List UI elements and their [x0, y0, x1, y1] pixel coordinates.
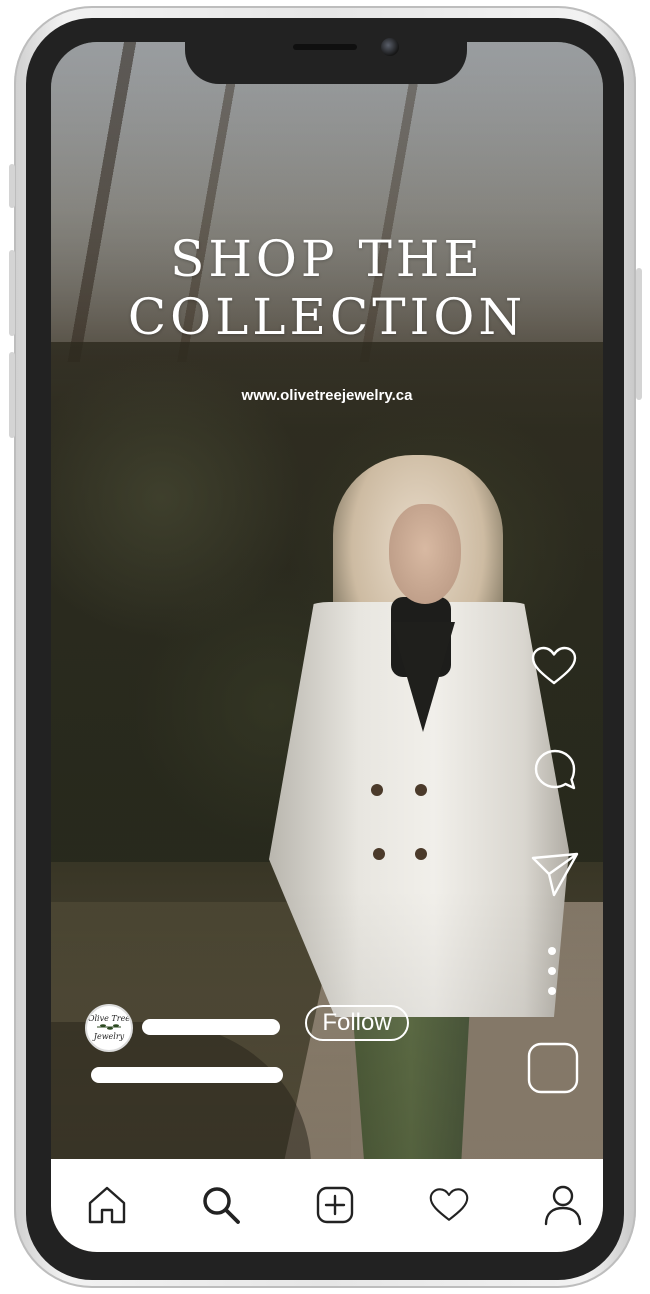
- nav-activity[interactable]: [427, 1183, 471, 1227]
- nav-home[interactable]: [85, 1183, 129, 1227]
- nav-create[interactable]: [313, 1183, 357, 1227]
- silent-switch: [9, 164, 15, 208]
- website-url: www.olivetreejewelry.ca: [241, 387, 413, 404]
- rounded-square-icon: [527, 1042, 579, 1094]
- bottom-navigation: [51, 1159, 603, 1252]
- share-button[interactable]: [527, 848, 583, 900]
- profile-icon: [544, 1185, 582, 1226]
- speaker-grille: [293, 44, 357, 50]
- power-button: [636, 268, 642, 400]
- more-options-button[interactable]: [548, 947, 556, 999]
- volume-up-button: [9, 250, 15, 336]
- phone-notch: [185, 18, 467, 84]
- front-camera: [381, 38, 399, 56]
- add-post-icon: [316, 1186, 354, 1224]
- reel-screen[interactable]: SHOP THE COLLECTION www.olivetreejewelry…: [51, 42, 603, 1252]
- nav-profile[interactable]: [541, 1183, 585, 1227]
- nav-search[interactable]: [199, 1183, 243, 1227]
- follow-button[interactable]: Follow: [305, 1005, 409, 1041]
- paper-plane-icon: [531, 852, 579, 897]
- avatar-logo: Olive Tree Jewelry: [88, 1015, 130, 1041]
- avatar[interactable]: Olive Tree Jewelry: [85, 1004, 133, 1052]
- speech-bubble-icon: [534, 749, 576, 790]
- olive-branch-icon: [96, 1024, 121, 1030]
- headline-line-1: SHOP THE: [170, 230, 484, 288]
- avatar-logo-line-2: Jewelry: [93, 1032, 125, 1041]
- home-icon: [88, 1186, 126, 1224]
- vertical-dots-icon: [548, 947, 556, 955]
- vertical-dots-icon: [548, 967, 556, 975]
- search-icon: [203, 1187, 240, 1224]
- vertical-dots-icon: [548, 987, 556, 995]
- avatar-logo-line-1: Olive Tree: [87, 1014, 131, 1023]
- volume-down-button: [9, 352, 15, 438]
- username-placeholder[interactable]: [142, 1019, 280, 1035]
- like-button[interactable]: [528, 640, 580, 692]
- headline-line-2: COLLECTION: [127, 288, 527, 346]
- headline: SHOP THE COLLECTION: [51, 230, 603, 346]
- comment-button[interactable]: [529, 744, 581, 796]
- audio-button[interactable]: [525, 1040, 581, 1096]
- caption-placeholder[interactable]: [91, 1067, 283, 1083]
- heart-outline-icon: [531, 646, 577, 685]
- activity-heart-icon: [429, 1188, 469, 1221]
